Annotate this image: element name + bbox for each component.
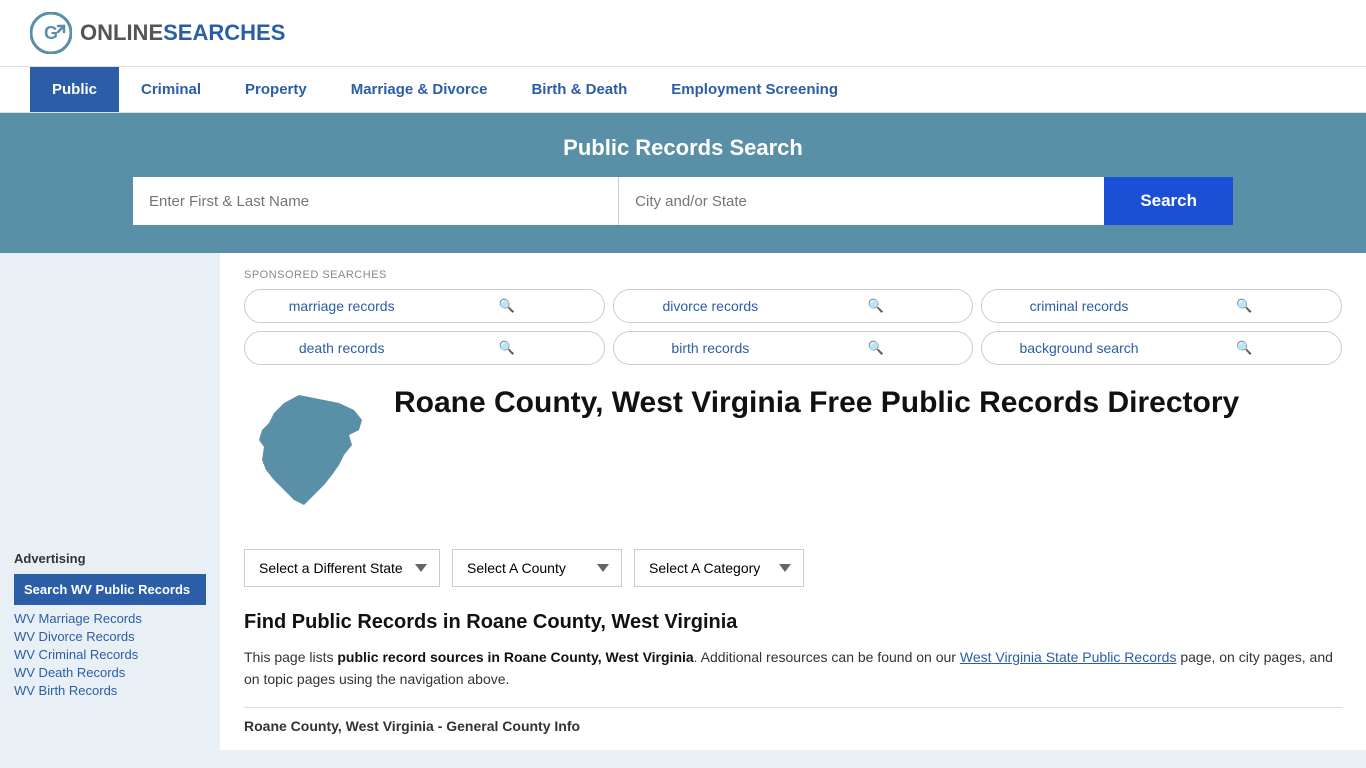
sponsored-criminal[interactable]: criminal records 🔍 — [981, 289, 1342, 323]
ad-highlight[interactable]: Search WV Public Records — [14, 574, 206, 605]
sponsored-label: SPONSORED SEARCHES — [244, 269, 1342, 281]
nav-public[interactable]: Public — [30, 67, 119, 112]
page-header: Roane County, West Virginia Free Public … — [244, 385, 1342, 525]
dropdowns-row: Select a Different State Select A County… — [244, 549, 1342, 587]
wv-records-link[interactable]: West Virginia State Public Records — [960, 649, 1177, 665]
nav-criminal[interactable]: Criminal — [119, 67, 223, 112]
sidebar-link-death[interactable]: WV Death Records — [14, 665, 206, 680]
logo-icon: G — [30, 12, 72, 54]
nav-marriage-divorce[interactable]: Marriage & Divorce — [329, 67, 510, 112]
search-icon-divorce: 🔍 — [793, 298, 958, 314]
county-info-heading: Roane County, West Virginia - General Co… — [244, 707, 1342, 734]
logo-text: ONLINESEARCHES — [80, 20, 285, 46]
svg-text:G: G — [44, 23, 58, 43]
main-nav: Public Criminal Property Marriage & Divo… — [0, 67, 1366, 113]
logo[interactable]: G ONLINESEARCHES — [30, 12, 285, 54]
sidebar-link-marriage[interactable]: WV Marriage Records — [14, 611, 206, 626]
page-title: Roane County, West Virginia Free Public … — [394, 385, 1239, 421]
sponsored-background[interactable]: background search 🔍 — [981, 331, 1342, 365]
category-dropdown[interactable]: Select A Category — [634, 549, 804, 587]
find-description: This page lists public record sources in… — [244, 646, 1342, 691]
location-input[interactable] — [619, 177, 1104, 225]
sponsored-death[interactable]: death records 🔍 — [244, 331, 605, 365]
sidebar-link-criminal[interactable]: WV Criminal Records — [14, 647, 206, 662]
county-dropdown[interactable]: Select A County — [452, 549, 622, 587]
wv-map — [244, 385, 374, 525]
search-icon-marriage: 🔍 — [424, 298, 589, 314]
search-form: Search — [133, 177, 1233, 225]
sponsored-birth[interactable]: birth records 🔍 — [613, 331, 974, 365]
sidebar: Advertising Search WV Public Records WV … — [0, 253, 220, 750]
header: G ONLINESEARCHES — [0, 0, 1366, 67]
search-icon-birth: 🔍 — [793, 340, 958, 356]
search-icon-criminal: 🔍 — [1162, 298, 1327, 314]
content: SPONSORED SEARCHES marriage records 🔍 di… — [220, 253, 1366, 750]
sidebar-link-birth[interactable]: WV Birth Records — [14, 683, 206, 698]
sponsored-divorce[interactable]: divorce records 🔍 — [613, 289, 974, 323]
sidebar-link-divorce[interactable]: WV Divorce Records — [14, 629, 206, 644]
nav-birth-death[interactable]: Birth & Death — [509, 67, 649, 112]
name-input[interactable] — [133, 177, 619, 225]
sponsored-grid: marriage records 🔍 divorce records 🔍 cri… — [244, 289, 1342, 365]
main-container: Advertising Search WV Public Records WV … — [0, 253, 1366, 750]
sponsored-marriage[interactable]: marriage records 🔍 — [244, 289, 605, 323]
nav-employment[interactable]: Employment Screening — [649, 67, 860, 112]
search-banner: Public Records Search Search — [0, 113, 1366, 253]
advertising-label: Advertising — [14, 551, 206, 566]
state-dropdown[interactable]: Select a Different State — [244, 549, 440, 587]
search-banner-title: Public Records Search — [30, 135, 1336, 161]
search-button[interactable]: Search — [1104, 177, 1233, 225]
nav-property[interactable]: Property — [223, 67, 329, 112]
search-icon-death: 🔍 — [424, 340, 589, 356]
find-title: Find Public Records in Roane County, Wes… — [244, 611, 1342, 634]
search-icon-background: 🔍 — [1162, 340, 1327, 356]
